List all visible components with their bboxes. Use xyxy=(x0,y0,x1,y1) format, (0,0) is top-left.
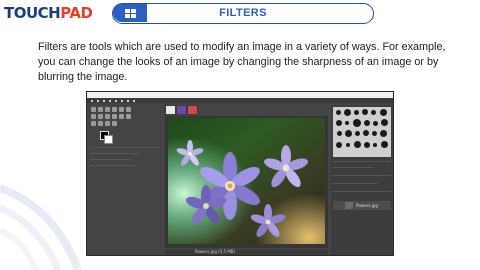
status-text: flowers.jpg (5.5 MB) xyxy=(195,249,236,254)
layer-row: flowers.jpg xyxy=(333,201,391,210)
toolbox-icon xyxy=(88,105,163,255)
brushes-icon xyxy=(333,107,391,157)
menu-bar xyxy=(87,98,393,103)
layer-name: flowers.jpg xyxy=(356,203,378,208)
status-bar: flowers.jpg (5.5 MB) xyxy=(165,249,328,255)
touchpad-logo: TOUCH PAD xyxy=(4,4,93,22)
decorative-arcs xyxy=(0,184,82,270)
image-canvas xyxy=(165,116,328,248)
logo-text-touch: TOUCH xyxy=(4,4,61,22)
title-banner: FILTERS xyxy=(112,3,374,24)
layer-thumbnail xyxy=(345,202,353,209)
right-dock: flowers.jpg xyxy=(331,105,393,255)
image-tabs xyxy=(164,105,198,115)
flower-photo xyxy=(168,118,325,244)
gimp-screenshot: flowers.jpg (5.5 MB) flowers.jpg xyxy=(86,91,394,256)
logo-text-pad: PAD xyxy=(60,4,93,22)
body-paragraph: Filters are tools which are used to modi… xyxy=(38,41,446,84)
page-title: FILTERS xyxy=(219,7,267,19)
